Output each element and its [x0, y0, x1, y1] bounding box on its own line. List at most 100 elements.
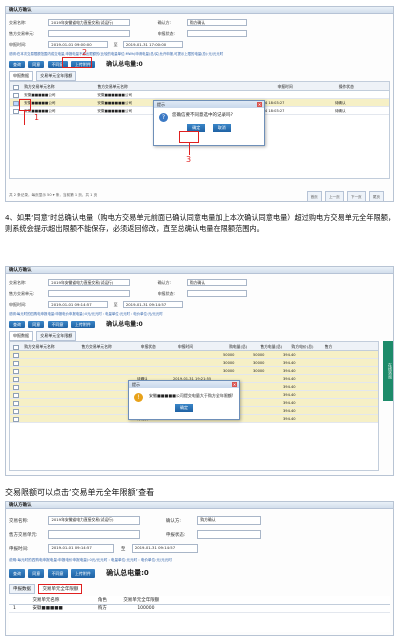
- confirmer-field[interactable]: 购方确认: [186, 19, 247, 26]
- seller-unit-select[interactable]: [48, 30, 131, 37]
- time-start-field[interactable]: 2019-01-01 09:14:57: [48, 544, 115, 553]
- table-header: 交易单元名称 角色 交易单元全年限额: [9, 596, 390, 605]
- time-start-field[interactable]: 2019-01-01 09:00:00: [48, 41, 109, 48]
- select-all-checkbox[interactable]: [13, 344, 19, 350]
- col-time: 申报时间: [277, 84, 293, 89]
- col-buyer: 购方交易单元名称: [24, 84, 55, 89]
- first-page-button[interactable]: 首页: [306, 191, 322, 201]
- highlight-ok-button: [179, 131, 199, 143]
- time-end-field[interactable]: 2019-01-31 17:00:00: [122, 41, 183, 48]
- table-row[interactable]: 50000 50000 394.40: [10, 351, 378, 359]
- form-row-3: 申报时间: 2019-01-01 09:14:57 至 2019-01-31 0…: [9, 544, 198, 553]
- time-end-field[interactable]: 2019-01-31 09:14:57: [122, 301, 183, 308]
- arrow-1: [24, 111, 25, 125]
- query-button[interactable]: 查询: [9, 569, 25, 578]
- status-select[interactable]: [186, 30, 247, 37]
- trade-name-select[interactable]: 2019年安徽省电力直接交易(试运行): [48, 279, 131, 286]
- upload-button[interactable]: 上传附件: [70, 569, 95, 578]
- next-page-button[interactable]: 下一页: [346, 191, 366, 201]
- agree-button[interactable]: 同意: [28, 569, 45, 578]
- last-page-button[interactable]: 尾页: [368, 191, 384, 201]
- dialog-cancel-button[interactable]: 取消: [212, 124, 231, 132]
- screenshot-reject-confirm: 确认方确认 交易名称: 2019年安徽省电力直接交易(试运行) 确认方: 购方确…: [5, 6, 394, 202]
- prev-page-button[interactable]: 上一页: [324, 191, 344, 201]
- status-select[interactable]: [186, 290, 247, 297]
- seller-unit-select[interactable]: [48, 530, 141, 539]
- cell-buy-price: 394.40: [283, 369, 296, 373]
- seller-unit-label: 售方交易单元:: [9, 30, 35, 36]
- row-checkbox[interactable]: [13, 360, 19, 366]
- row-checkbox[interactable]: [13, 92, 19, 98]
- seller-unit-label: 售方交易单元:: [9, 533, 38, 538]
- query-button[interactable]: 查询: [9, 61, 25, 68]
- row-checkbox[interactable]: [13, 408, 19, 414]
- tab-declaration-data[interactable]: 申报数据: [9, 71, 33, 81]
- status-label: 申报状态:: [157, 30, 175, 36]
- cell-buy-energy: 30000: [223, 369, 235, 373]
- table-header: 购方交易单元名称 售方交易单元名称 申报时间 操作状态: [10, 82, 389, 91]
- notice-text: 说明:每元时的四购电申报电量:申报电价申报电量(:0元/元元时 : 电量单位:元…: [9, 312, 163, 316]
- col-seller: 售方交易单元名称: [97, 84, 128, 89]
- confirmer-label: 确认方:: [157, 279, 171, 285]
- window-title: 确认方确认: [6, 267, 393, 274]
- col-seller-more: 售方: [324, 344, 333, 349]
- close-icon[interactable]: ✕: [232, 382, 237, 387]
- form-row-2: 售方交易单元: 申报状态:: [9, 290, 247, 297]
- table-row[interactable]: 30000 30000 394.40: [10, 367, 378, 375]
- cell-buy-price: 394.40: [283, 385, 296, 389]
- row-checkbox[interactable]: [13, 352, 19, 358]
- seller-unit-select[interactable]: [48, 290, 131, 297]
- agree-button[interactable]: 同意: [28, 321, 45, 328]
- row-checkbox[interactable]: [13, 368, 19, 374]
- row-checkbox[interactable]: [13, 384, 19, 390]
- tab-strip: 申报数据 交易单元全年限额: [9, 584, 84, 594]
- time-start-field[interactable]: 2019-01-01 09:14:57: [48, 301, 109, 308]
- agree-button[interactable]: 同意: [28, 61, 45, 68]
- table-row[interactable]: 安徽■■■■■公司 安徽■■■■■■公司: [10, 91, 389, 99]
- tab-declaration-data[interactable]: 申报数据: [9, 584, 35, 594]
- dialog-buttons: 确定 取消: [154, 121, 264, 135]
- tab-annual-limit[interactable]: 交易单元全年限额: [36, 331, 77, 341]
- online-consult-sidebar[interactable]: 在线咨询: [383, 341, 393, 401]
- select-all-checkbox[interactable]: [13, 84, 19, 90]
- trade-name-select[interactable]: 2019年安徽省电力直接交易(试运行): [48, 516, 141, 525]
- row-checkbox[interactable]: [13, 376, 19, 382]
- confirmer-label: 确认方:: [165, 519, 181, 524]
- time-label: 申报时间:: [9, 41, 27, 47]
- dialog-title: 提示 ✕: [154, 101, 264, 108]
- trade-name-select[interactable]: 2019年安徽省电力直接交易(试运行): [48, 19, 131, 26]
- dialog-body: ! 安徽■■■■■公司提交电量大于购方全年限额!: [129, 388, 239, 402]
- dialog-ok-button[interactable]: 确定: [175, 403, 193, 412]
- time-end-field[interactable]: 2019-01-31 09:14:57: [131, 544, 198, 553]
- cell-buyer: 安徽■■■■■公司: [24, 93, 56, 97]
- cell-status: 待确认: [334, 109, 346, 113]
- form-row-1: 交易名称: 2019年安徽省电力直接交易(试运行) 确认方: 购方确认: [9, 516, 262, 525]
- status-select[interactable]: [197, 530, 262, 539]
- form-row-3: 申报时间: 2019-01-01 09:00:00 至 2019-01-31 1…: [9, 41, 183, 48]
- row-checkbox[interactable]: [13, 416, 19, 422]
- cell-buy-price: 394.40: [283, 409, 296, 413]
- trade-name-label: 交易名称:: [9, 19, 27, 25]
- query-button[interactable]: 查询: [9, 321, 25, 328]
- form-row-3: 申报时间: 2019-01-01 09:14:57 至 2019-01-31 0…: [9, 301, 183, 308]
- col-buy-price: 购方电价(总): [291, 344, 314, 349]
- col-annual-limit: 交易单元全年限额: [123, 598, 160, 603]
- confirmer-label: 确认方:: [157, 19, 171, 25]
- tab-annual-limit[interactable]: 交易单元全年限额: [38, 584, 83, 594]
- col-buy-energy: 购电量(总): [229, 344, 248, 349]
- tab-annual-limit[interactable]: 交易单元全年限额: [36, 71, 77, 81]
- table-row[interactable]: 30000 30000 394.40: [10, 359, 378, 367]
- confirmer-field[interactable]: 购方确认: [186, 279, 247, 286]
- confirmer-field[interactable]: 购方确认: [197, 516, 262, 525]
- warning-icon: !: [134, 393, 143, 402]
- row-checkbox[interactable]: [13, 392, 19, 398]
- dialog-title: 提示 ✕: [129, 381, 239, 388]
- table-row[interactable]: 1 安徽■■■■■ 购方 100000: [9, 605, 390, 613]
- close-icon[interactable]: ✕: [257, 102, 262, 107]
- tab-declaration-data[interactable]: 申报数据: [9, 331, 33, 341]
- total-confirmed-label: 确认总电量:0: [106, 61, 143, 68]
- upload-button[interactable]: 上传附件: [70, 321, 95, 328]
- disagree-button[interactable]: 不同意: [47, 569, 68, 578]
- disagree-button[interactable]: 不同意: [47, 321, 68, 328]
- row-checkbox[interactable]: [13, 400, 19, 406]
